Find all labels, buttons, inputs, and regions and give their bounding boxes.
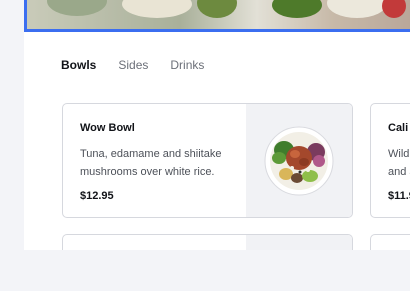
poke-bowl-image [264, 126, 334, 196]
menu-item-image-area [246, 235, 352, 250]
hero-banner-image [24, 0, 410, 32]
menu-page: Bowls Sides Drinks Wow Bowl Tuna, edamam… [24, 0, 410, 250]
menu-item-card-wow-bowl[interactable]: Wow Bowl Tuna, edamame and shiitake mush… [62, 103, 353, 218]
category-tabs: Bowls Sides Drinks [61, 58, 204, 72]
menu-item-card[interactable] [370, 234, 410, 250]
tab-drinks[interactable]: Drinks [170, 58, 204, 72]
menu-item-price: $11.9 [388, 190, 410, 202]
menu-item-card-cali-bowl[interactable]: Cali B Wild and a $11.9 [370, 103, 410, 218]
menu-item-description: Tuna, edamame and shiitake mushrooms ove… [80, 148, 222, 178]
menu-item-price: $12.95 [80, 190, 114, 202]
menu-item-image-area [246, 104, 352, 217]
menu-item-name: Cali B [388, 122, 410, 134]
tab-bowls[interactable]: Bowls [61, 58, 96, 72]
menu-item-name: Wow Bowl [80, 122, 135, 134]
menu-item-description-line: Wild and a [388, 148, 410, 178]
tab-sides[interactable]: Sides [118, 58, 148, 72]
menu-item-card[interactable] [62, 234, 353, 250]
